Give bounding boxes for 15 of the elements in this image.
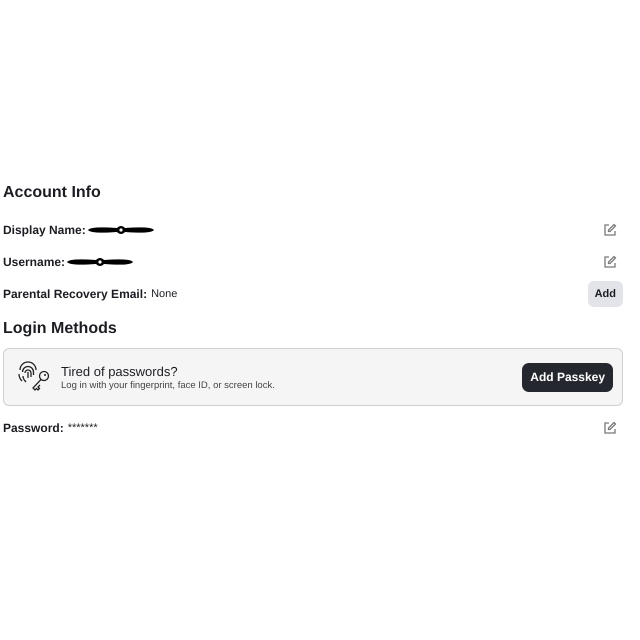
field-value: None [151,288,178,300]
card-title: Tired of passwords? [61,364,179,378]
field-label: Parental Recovery Email: [3,287,148,301]
edit-icon[interactable] [603,255,617,269]
edit-icon[interactable] [603,223,617,237]
section-heading: Login Methods [3,319,118,339]
card-description: Log in with your fingerprint, face ID, or screen lock. [61,380,276,390]
field-value: ******* [68,422,98,434]
field-label: Password: [3,421,64,435]
field-label: Username: [3,255,66,269]
section-heading: Account Info [3,183,102,203]
add-passkey-button[interactable]: Add Passkey [522,362,613,392]
edit-icon[interactable] [603,421,617,435]
add-button[interactable]: Add [588,281,623,307]
field-label: Display Name: [3,223,86,237]
